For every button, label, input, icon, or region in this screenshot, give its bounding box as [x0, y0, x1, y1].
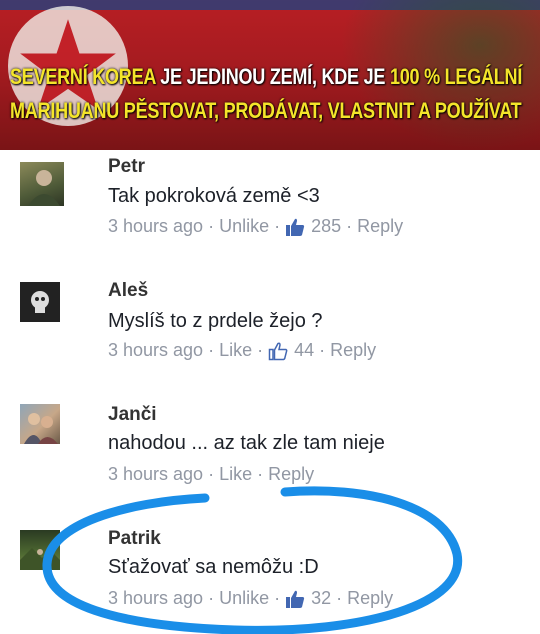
separator: · — [346, 216, 353, 236]
avatar[interactable] — [20, 404, 60, 444]
comment-text: nahodou ... az tak zle tam nieje — [108, 432, 385, 454]
thumbs-up-filled-icon — [286, 590, 305, 608]
separator: · — [257, 340, 264, 360]
separator: · — [257, 464, 264, 484]
like-link[interactable]: Like — [219, 340, 252, 361]
caption-highlight-2: 100 % LEGÁLNÍ — [389, 64, 523, 89]
comment-meta: 3 hours ago · Unlike · 32 · Reply — [108, 588, 398, 609]
comment-time[interactable]: 3 hours ago — [108, 216, 203, 237]
redacted-surname — [170, 400, 265, 426]
meme-banner: SEVERNÍ KOREA JE JEDINOU ZEMÍ, KDE JE 10… — [0, 0, 540, 150]
caption-line-2: MARIHUANU PĚSTOVAT, PRODÁVAT, VLASTNIT A… — [10, 98, 522, 123]
like-count[interactable]: 285 — [311, 216, 341, 237]
caption-highlight-1: SEVERNÍ KOREA — [10, 64, 156, 89]
like-link[interactable]: Unlike — [219, 588, 269, 609]
like-count[interactable]: 44 — [294, 340, 314, 361]
comment-time[interactable]: 3 hours ago — [108, 464, 203, 485]
comment-text: Tak pokroková země <3 — [108, 185, 320, 207]
comment-time[interactable]: 3 hours ago — [108, 588, 203, 609]
separator: · — [208, 216, 215, 236]
separator: · — [208, 588, 215, 608]
couple-photo-icon — [24, 413, 58, 444]
reply-link[interactable]: Reply — [330, 340, 376, 361]
reply-link[interactable]: Reply — [268, 464, 314, 485]
comment-author[interactable]: Patrik — [108, 528, 161, 550]
separator: · — [274, 588, 281, 608]
comment-text: Sťažovať sa nemôžu :D — [108, 556, 319, 578]
like-count[interactable]: 32 — [311, 588, 331, 609]
redacted-surname — [178, 528, 363, 552]
comment-author[interactable]: Petr — [108, 156, 145, 178]
reply-link[interactable]: Reply — [357, 216, 403, 237]
separator: · — [274, 216, 281, 236]
banner-caption: SEVERNÍ KOREA JE JEDINOU ZEMÍ, KDE JE 10… — [10, 60, 522, 128]
caption-text: JE JEDINOU ZEMÍ, KDE JE — [155, 64, 390, 89]
avatar[interactable] — [20, 530, 60, 570]
separator: · — [208, 464, 215, 484]
comment-meta: 3 hours ago · Unlike · 285 · Reply — [108, 216, 408, 237]
avatar[interactable] — [20, 282, 60, 322]
skull-emblem-icon — [31, 291, 49, 313]
comment-time[interactable]: 3 hours ago — [108, 340, 203, 361]
comment-author[interactable]: Aleš — [108, 280, 148, 302]
like-link[interactable]: Unlike — [219, 216, 269, 237]
redacted-surname — [160, 278, 270, 302]
separator: · — [336, 588, 343, 608]
comment-meta: 3 hours ago · Like · Reply — [108, 464, 319, 485]
landscape-photo-icon — [20, 548, 60, 570]
separator: · — [208, 340, 215, 360]
thumbs-up-outline-icon — [268, 341, 288, 360]
comment-meta: 3 hours ago · Like · 44 · Reply — [108, 340, 381, 361]
comment-item: Patrik Sťažovať sa nemôžu :D 3 hours ago… — [0, 508, 540, 631]
avatar[interactable] — [20, 162, 64, 206]
like-link[interactable]: Like — [219, 464, 252, 485]
comment-item: Petr Tak pokroková země <3 3 hours ago ·… — [0, 150, 540, 261]
thumbs-up-filled-icon — [286, 218, 305, 236]
reply-link[interactable]: Reply — [347, 588, 393, 609]
comment-item: Aleš Myslíš to z prdele žejo ? 3 hours a… — [0, 260, 540, 385]
comment-item: Janči nahodou ... az tak zle tam nieje 3… — [0, 384, 540, 509]
separator: · — [319, 340, 326, 360]
person-photo-icon — [28, 170, 60, 206]
comment-author[interactable]: Janči — [108, 404, 157, 426]
comment-text: Myslíš to z prdele žejo ? — [108, 310, 323, 332]
